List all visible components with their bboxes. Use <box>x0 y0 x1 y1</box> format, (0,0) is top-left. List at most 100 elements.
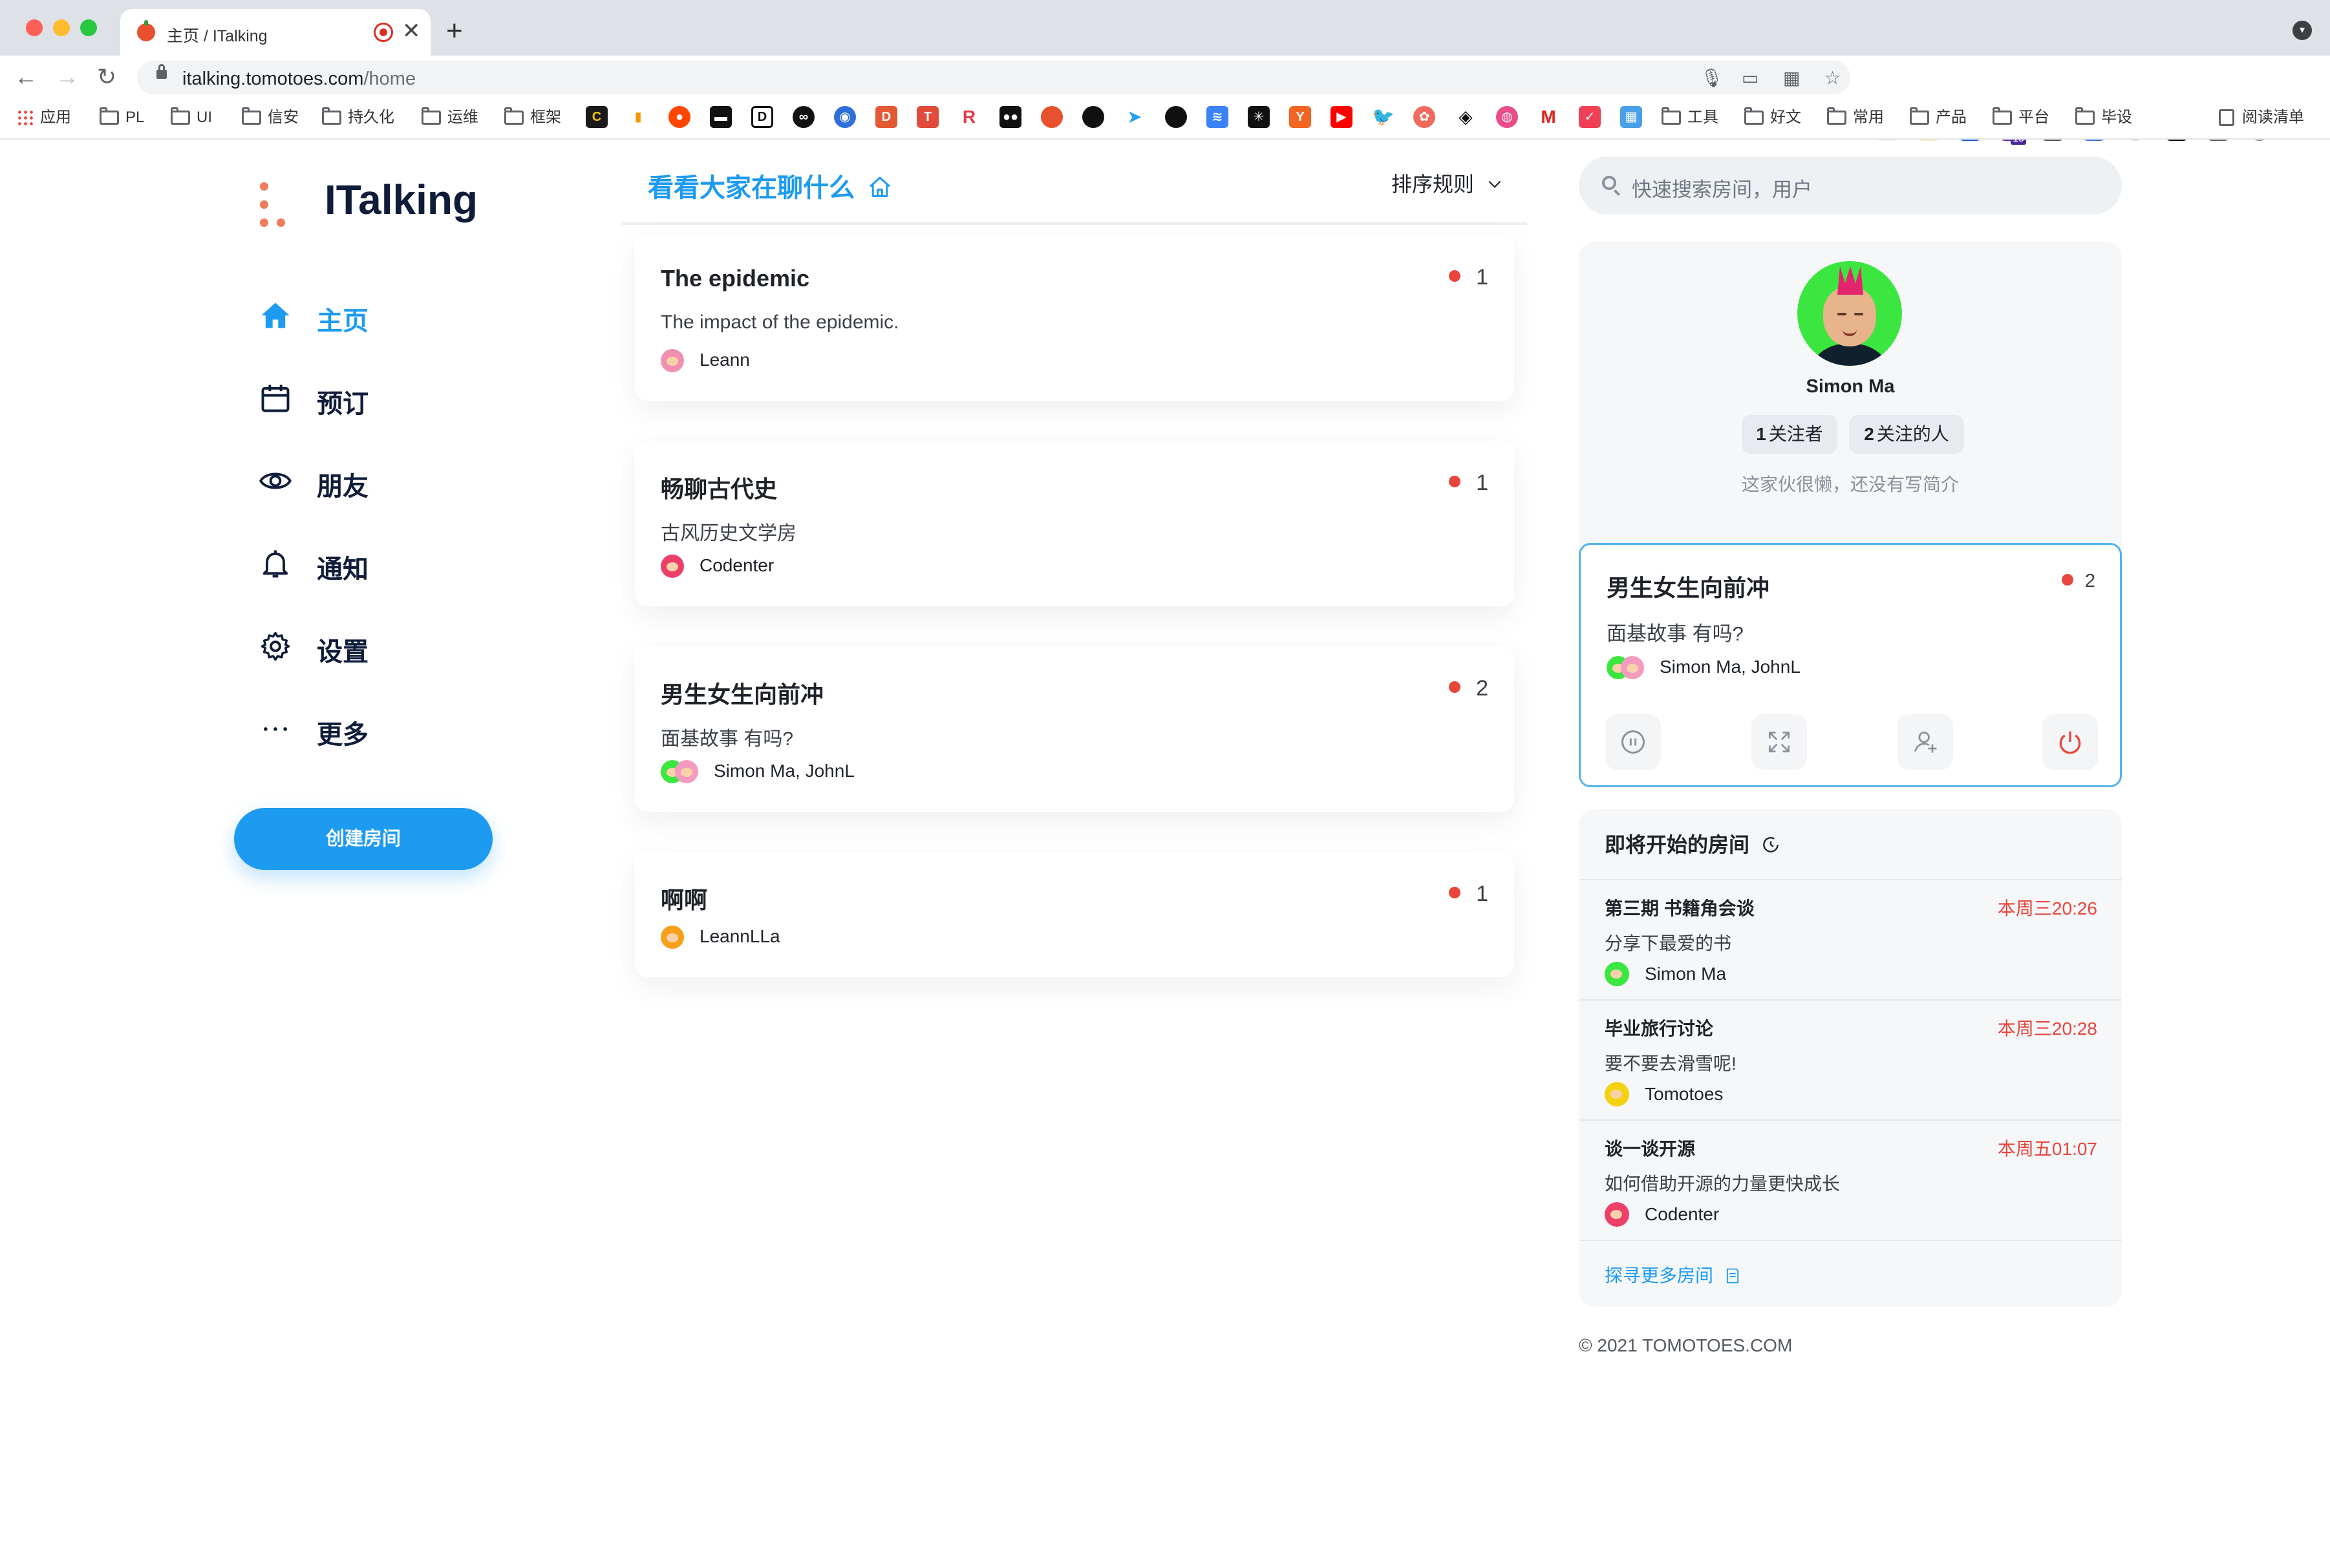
profile-bio: 这家伙很懒，还没有写简介 <box>1741 474 1959 494</box>
folder-icon <box>1827 107 1846 125</box>
twitter-bookmark-icon[interactable]: 🐦 <box>1372 106 1395 128</box>
room-card[interactable]: 畅聊古代史 1 古风历史文学房 Codenter <box>635 441 1514 606</box>
bookmark-site-icon[interactable]: ✿ <box>1413 106 1435 128</box>
hacker-news-bookmark-icon[interactable]: Y <box>1289 106 1311 128</box>
avatar <box>661 349 684 372</box>
bookmark-folder[interactable]: 产品 <box>1910 106 1967 129</box>
bookmark-site-icon[interactable]: D <box>875 106 897 128</box>
create-room-button[interactable]: 创建房间 <box>234 808 493 870</box>
url-text[interactable]: italking.tomotoes.com/home <box>182 69 416 90</box>
profile-card: Simon Ma 1 关注者 2 关注的人 这家伙很懒，还没有写简介 <box>1579 242 2122 557</box>
close-window-button[interactable] <box>26 19 43 36</box>
room-listener-count: 1 <box>1449 882 1488 907</box>
bookmark-folder[interactable]: 框架 <box>504 106 561 129</box>
bookmark-site-icon[interactable]: ▦ <box>1620 106 1642 128</box>
app-logo[interactable]: ITalking <box>325 176 478 224</box>
bookmark-site-icon[interactable]: R <box>958 106 980 128</box>
bookmark-site-icon[interactable]: ✳ <box>1248 106 1270 128</box>
avatar <box>675 760 698 783</box>
dribbble-bookmark-icon[interactable]: ◍ <box>1496 106 1518 128</box>
browser-tab-strip: 主页 / ITalking ✕ + ▾ <box>0 0 2330 56</box>
bookmark-folder[interactable]: 好文 <box>1744 106 1801 129</box>
followers-button[interactable]: 1 关注者 <box>1742 415 1837 454</box>
folder-icon <box>2075 107 2095 125</box>
lock-icon[interactable] <box>156 64 167 79</box>
reload-icon[interactable]: ↻ <box>97 62 116 92</box>
avatar[interactable] <box>1797 261 1902 366</box>
bookmark-folder[interactable]: 毕设 <box>2075 106 2132 129</box>
bookmark-site-icon[interactable]: ◉ <box>834 106 856 128</box>
analytics-bookmark-icon[interactable]: ▮ <box>627 106 649 128</box>
nav-item-settings[interactable]: 设置 <box>259 623 530 668</box>
bookmark-star-icon[interactable]: ☆ <box>1824 67 1841 89</box>
bookmark-apps[interactable]: 应用 <box>17 106 71 129</box>
nav-item-home[interactable]: 主页 <box>259 292 530 337</box>
bookmark-site-icon[interactable]: C <box>586 106 608 128</box>
nav-item-notifications[interactable]: 通知 <box>259 540 530 586</box>
bookmark-site-icon[interactable]: ◈ <box>1455 106 1477 128</box>
new-tab-button[interactable]: + <box>446 13 463 49</box>
explore-more-rooms-link[interactable]: 探寻更多房间 <box>1605 1262 1742 1287</box>
bookmark-site-icon[interactable]: D <box>751 106 773 128</box>
browser-tab[interactable]: 主页 / ITalking ✕ <box>120 9 431 56</box>
pocket-bookmark-icon[interactable]: ✓ <box>1579 106 1601 128</box>
bookmark-site-icon[interactable]: T <box>917 106 939 128</box>
following-button[interactable]: 2 关注的人 <box>1849 415 1964 454</box>
maximize-window-button[interactable] <box>80 19 97 36</box>
github-bookmark-icon[interactable] <box>1082 106 1104 128</box>
room-card[interactable]: The epidemic 1 The impact of the epidemi… <box>635 235 1514 401</box>
room-listener-count: 2 <box>1449 676 1488 701</box>
close-tab-button[interactable]: ✕ <box>402 18 421 44</box>
home-outline-icon <box>870 176 891 197</box>
upcoming-room-item[interactable]: 第三期 书籍角会谈 本周三20:26 分享下最爱的书 Simon Ma <box>1579 879 2122 1001</box>
fullscreen-button[interactable] <box>1751 714 1807 770</box>
back-arrow-icon[interactable]: ← <box>14 62 37 92</box>
bookmark-site-icon[interactable]: ∞ <box>793 106 815 128</box>
search-input[interactable]: 快速搜索房间，用户 <box>1579 156 2122 215</box>
add-user-button[interactable] <box>1897 714 1953 770</box>
room-card[interactable]: 啊啊 1 LeannLLa <box>635 852 1514 977</box>
bookmark-folder[interactable]: 常用 <box>1827 106 1884 129</box>
reddit-bookmark-icon[interactable]: ● <box>668 106 690 128</box>
avatar <box>1605 1082 1629 1107</box>
address-bar[interactable]: italking.tomotoes.com/home 🎙 ▭ ▦ ☆ <box>137 61 1850 94</box>
telegram-bookmark-icon[interactable]: ➤ <box>1124 106 1146 128</box>
leave-room-button[interactable] <box>2042 714 2098 770</box>
nav-item-more[interactable]: 更多 <box>259 706 530 751</box>
pause-button[interactable] <box>1605 714 1661 770</box>
folder-icon <box>1662 107 1681 125</box>
bookmark-folder[interactable]: 运维 <box>422 106 478 129</box>
upcoming-room-item[interactable]: 毕业旅行讨论 本周三20:28 要不要去滑雪呢! Tomotoes <box>1579 999 2122 1121</box>
bookmark-site-icon[interactable]: ▬ <box>710 106 732 128</box>
github-bookmark-icon[interactable] <box>1165 106 1187 128</box>
minimize-window-button[interactable] <box>53 19 70 36</box>
bookmark-site-icon[interactable]: M <box>1537 106 1559 128</box>
bookmark-folder[interactable]: 工具 <box>1662 106 1718 129</box>
qr-code-icon[interactable]: ▦ <box>1783 67 1800 89</box>
sort-dropdown[interactable]: 排序规则 <box>1391 168 1503 198</box>
current-room-card[interactable]: 男生女生向前冲 2 面基故事 有吗? Simon Ma, JohnL <box>1579 543 2122 787</box>
reading-list-icon <box>2219 109 2234 126</box>
upcoming-room-description: 分享下最爱的书 <box>1605 933 1732 953</box>
nav-item-friends[interactable]: 朋友 <box>259 458 530 503</box>
bookmark-folder[interactable]: UI <box>171 106 212 129</box>
tomato-bookmark-icon[interactable] <box>1041 106 1063 128</box>
cast-icon[interactable]: ▭ <box>1742 67 1758 89</box>
microphone-icon[interactable]: 🎙 <box>1700 67 1724 89</box>
upcoming-room-item[interactable]: 谈一谈开源 本周五01:07 如何借助开源的力量更快成长 Codenter <box>1579 1119 2122 1241</box>
reading-list-button[interactable]: 阅读清单 <box>2219 106 2304 129</box>
medium-bookmark-icon[interactable]: ●● <box>999 106 1021 128</box>
bookmark-folder[interactable]: 信安 <box>242 106 299 129</box>
tab-search-icon[interactable]: ▾ <box>2293 21 2312 40</box>
bookmark-site-icon[interactable]: ≋ <box>1206 106 1228 128</box>
bookmark-folder[interactable]: 平台 <box>1993 106 2049 129</box>
room-description: 面基故事 有吗? <box>661 728 794 750</box>
nav-item-booking[interactable]: 预订 <box>259 375 530 420</box>
bookmark-folder[interactable]: PL <box>100 106 144 129</box>
forward-arrow-icon[interactable]: → <box>56 62 79 92</box>
eye-icon <box>259 472 292 489</box>
upcoming-room-host: Codenter <box>1605 1202 1719 1227</box>
youtube-bookmark-icon[interactable]: ▶ <box>1331 106 1352 128</box>
bookmark-folder[interactable]: 持久化 <box>322 106 394 129</box>
room-card[interactable]: 男生女生向前冲 2 面基故事 有吗? Simon Ma, JohnL <box>635 646 1514 812</box>
